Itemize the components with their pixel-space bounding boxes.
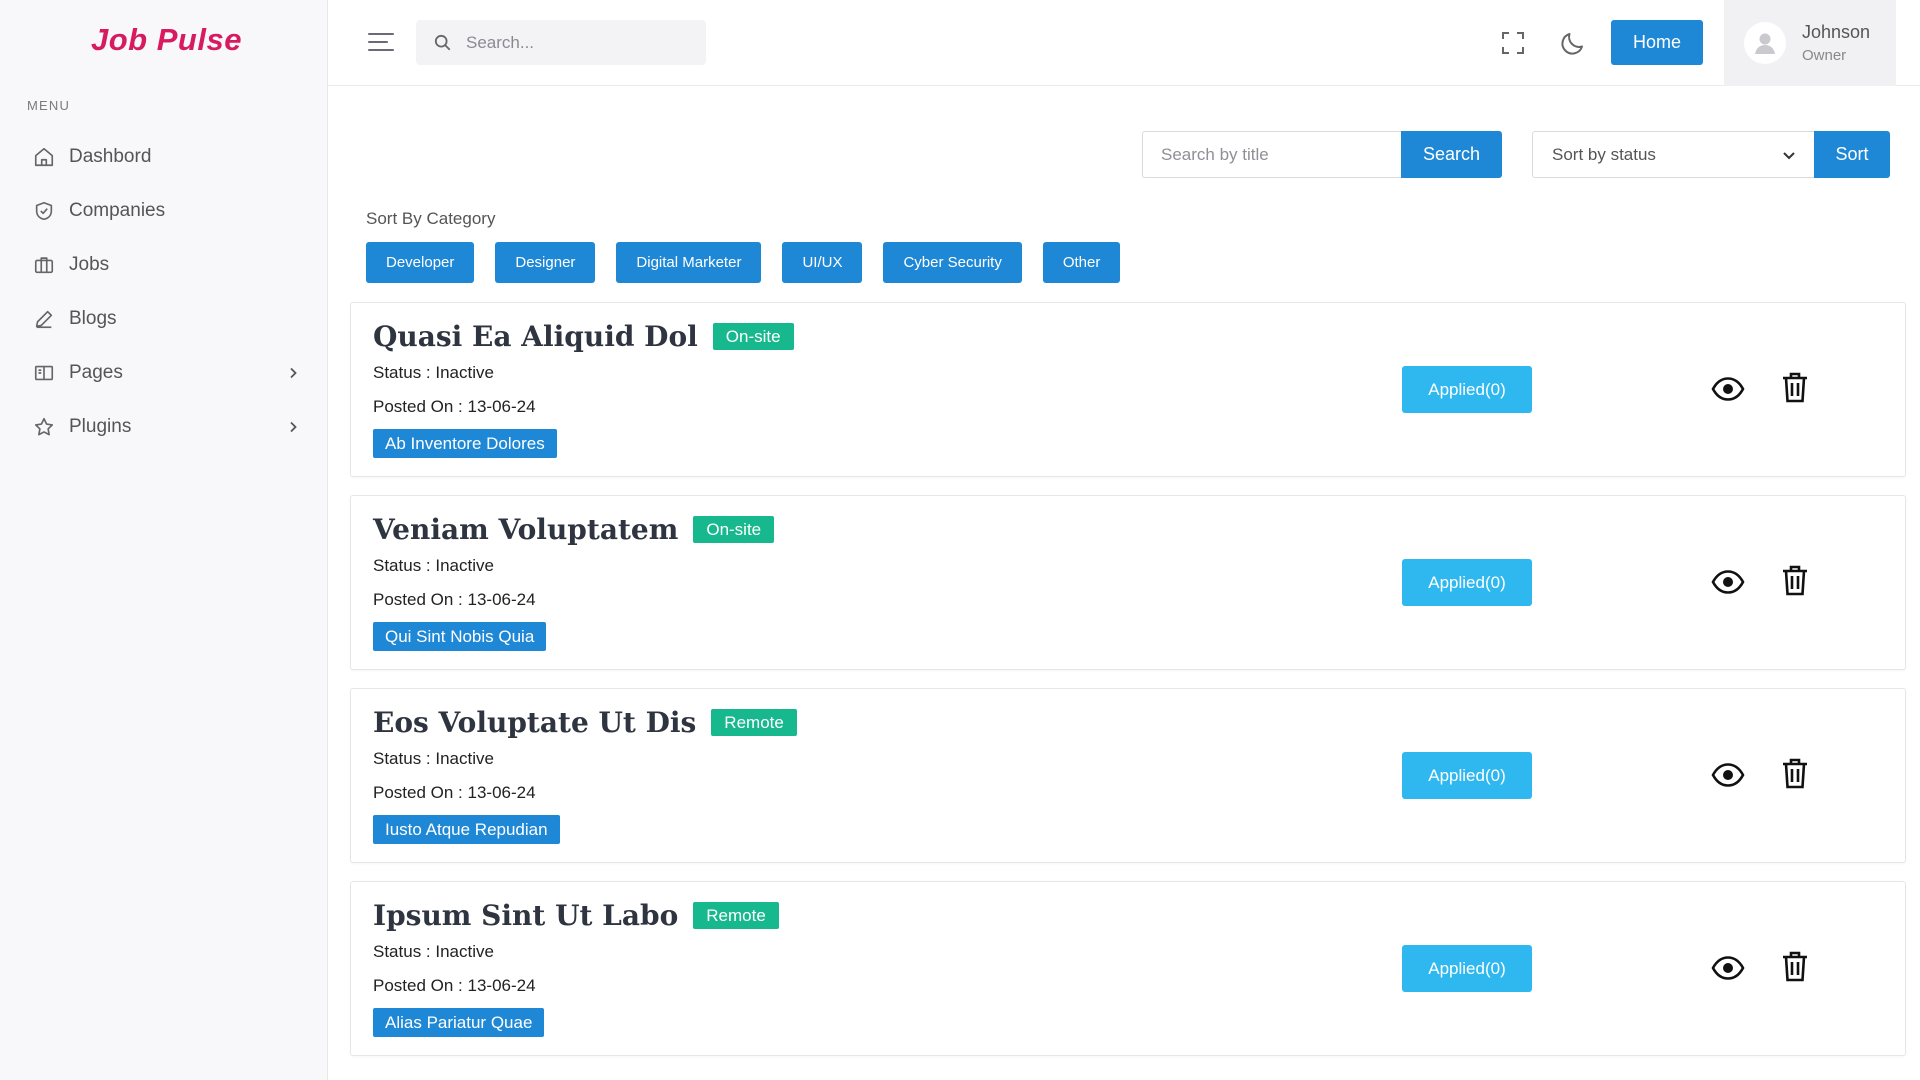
job-type-badge: Remote [711, 709, 797, 736]
category-buttons: Developer Designer Digital Marketer UI/U… [366, 242, 1121, 283]
home-icon [32, 145, 56, 169]
title-search-input[interactable] [1142, 131, 1402, 178]
sidebar-item-label: Jobs [69, 254, 110, 275]
job-posted-date: Posted On : 13-06-24 [373, 976, 536, 995]
briefcase-icon [32, 253, 56, 277]
sidebar-nav: Dashbord Companies Jobs Blogs Pages Plug… [0, 130, 328, 454]
eye-icon[interactable] [1711, 955, 1745, 981]
home-button[interactable]: Home [1611, 20, 1703, 65]
job-posted-date: Posted On : 13-06-24 [373, 590, 536, 609]
applied-button[interactable]: Applied(0) [1402, 752, 1532, 799]
sidebar-item-plugins[interactable]: Plugins [0, 400, 328, 454]
sidebar-item-pages[interactable]: Pages [0, 346, 328, 400]
top-header: Home Johnson Owner [328, 0, 1920, 86]
status-sort-value: Sort by status [1552, 144, 1656, 164]
search-input[interactable] [466, 32, 686, 53]
applied-button[interactable]: Applied(0) [1402, 559, 1532, 606]
fullscreen-icon[interactable] [1498, 28, 1528, 58]
avatar [1744, 22, 1786, 64]
sidebar: Job Pulse MENU Dashbord Companies Jobs B… [0, 0, 328, 1080]
chevron-down-icon [1783, 151, 1795, 159]
job-status: Status : Inactive [373, 363, 494, 382]
trash-icon[interactable] [1781, 950, 1809, 982]
status-sort-select[interactable]: Sort by status [1532, 131, 1815, 178]
eye-icon[interactable] [1711, 762, 1745, 788]
job-posted-date: Posted On : 13-06-24 [373, 397, 536, 416]
sort-button[interactable]: Sort [1814, 131, 1890, 178]
job-status: Status : Inactive [373, 556, 494, 575]
eye-icon[interactable] [1711, 376, 1745, 402]
job-posted-date: Posted On : 13-06-24 [373, 783, 536, 802]
category-ui-ux-button[interactable]: UI/UX [782, 242, 863, 283]
job-status: Status : Inactive [373, 749, 494, 768]
trash-icon[interactable] [1781, 757, 1809, 789]
category-developer-button[interactable]: Developer [366, 242, 475, 283]
job-list: Quasi Ea Aliquid Dol On-site Status : In… [350, 302, 1906, 1074]
category-designer-button[interactable]: Designer [495, 242, 596, 283]
job-type-badge: On-site [693, 516, 775, 543]
menu-label: MENU [27, 98, 71, 113]
job-title: Ipsum Sint Ut Labo [373, 899, 679, 932]
job-card: Ipsum Sint Ut Labo Remote Status : Inact… [350, 881, 1906, 1056]
eye-icon[interactable] [1711, 569, 1745, 595]
sidebar-item-label: Companies [69, 200, 166, 221]
job-company-badge: Iusto Atque Repudian [373, 815, 560, 844]
search-button[interactable]: Search [1401, 131, 1502, 178]
search-icon [434, 34, 451, 50]
chevron-right-icon [290, 367, 297, 379]
sidebar-item-dashboard[interactable]: Dashbord [0, 130, 328, 184]
job-title: Quasi Ea Aliquid Dol [373, 320, 698, 353]
sidebar-item-label: Blogs [69, 308, 117, 329]
job-title: Eos Voluptate Ut Dis [373, 706, 697, 739]
job-card: Quasi Ea Aliquid Dol On-site Status : In… [350, 302, 1906, 477]
job-company-badge: Qui Sint Nobis Quia [373, 622, 547, 651]
pen-icon [32, 307, 56, 331]
job-card: Eos Voluptate Ut Dis Remote Status : Ina… [350, 688, 1906, 863]
chevron-right-icon [290, 421, 297, 433]
user-info: Johnson Owner [1802, 22, 1870, 64]
user-role: Owner [1802, 47, 1847, 64]
job-title: Veniam Voluptatem [373, 513, 679, 546]
sidebar-item-label: Pages [69, 362, 123, 383]
sidebar-item-blogs[interactable]: Blogs [0, 292, 328, 346]
sidebar-item-label: Dashbord [69, 146, 152, 167]
job-status: Status : Inactive [373, 942, 494, 961]
user-menu[interactable]: Johnson Owner [1724, 0, 1896, 86]
category-other-button[interactable]: Other [1042, 242, 1121, 283]
job-title-row: Eos Voluptate Ut Dis Remote [373, 706, 797, 739]
shield-icon [32, 199, 56, 223]
applied-button[interactable]: Applied(0) [1402, 945, 1532, 992]
job-title-row: Ipsum Sint Ut Labo Remote [373, 899, 779, 932]
brand-logo[interactable]: Job Pulse [91, 22, 242, 58]
trash-icon[interactable] [1781, 371, 1809, 403]
user-name: Johnson [1802, 22, 1871, 42]
job-type-badge: Remote [693, 902, 779, 929]
job-type-badge: On-site [712, 323, 794, 350]
job-title-row: Veniam Voluptatem On-site [373, 513, 775, 546]
category-cyber-security-button[interactable]: Cyber Security [883, 242, 1022, 283]
job-title-row: Quasi Ea Aliquid Dol On-site [373, 320, 794, 353]
category-label: Sort By Category [366, 209, 496, 228]
job-card: Veniam Voluptatem On-site Status : Inact… [350, 495, 1906, 670]
header-search[interactable] [416, 20, 706, 65]
trash-icon[interactable] [1781, 564, 1809, 596]
menu-toggle-icon[interactable] [368, 30, 396, 54]
category-digital-marketer-button[interactable]: Digital Marketer [616, 242, 762, 283]
job-company-badge: Alias Pariatur Quae [373, 1008, 545, 1037]
user-icon [1755, 33, 1775, 54]
sidebar-item-label: Plugins [69, 416, 132, 437]
book-icon [32, 361, 56, 385]
sidebar-item-jobs[interactable]: Jobs [0, 238, 328, 292]
dark-mode-icon[interactable] [1558, 28, 1588, 58]
star-icon [32, 415, 56, 439]
applied-button[interactable]: Applied(0) [1402, 366, 1532, 413]
job-company-badge: Ab Inventore Dolores [373, 429, 557, 458]
sidebar-item-companies[interactable]: Companies [0, 184, 328, 238]
